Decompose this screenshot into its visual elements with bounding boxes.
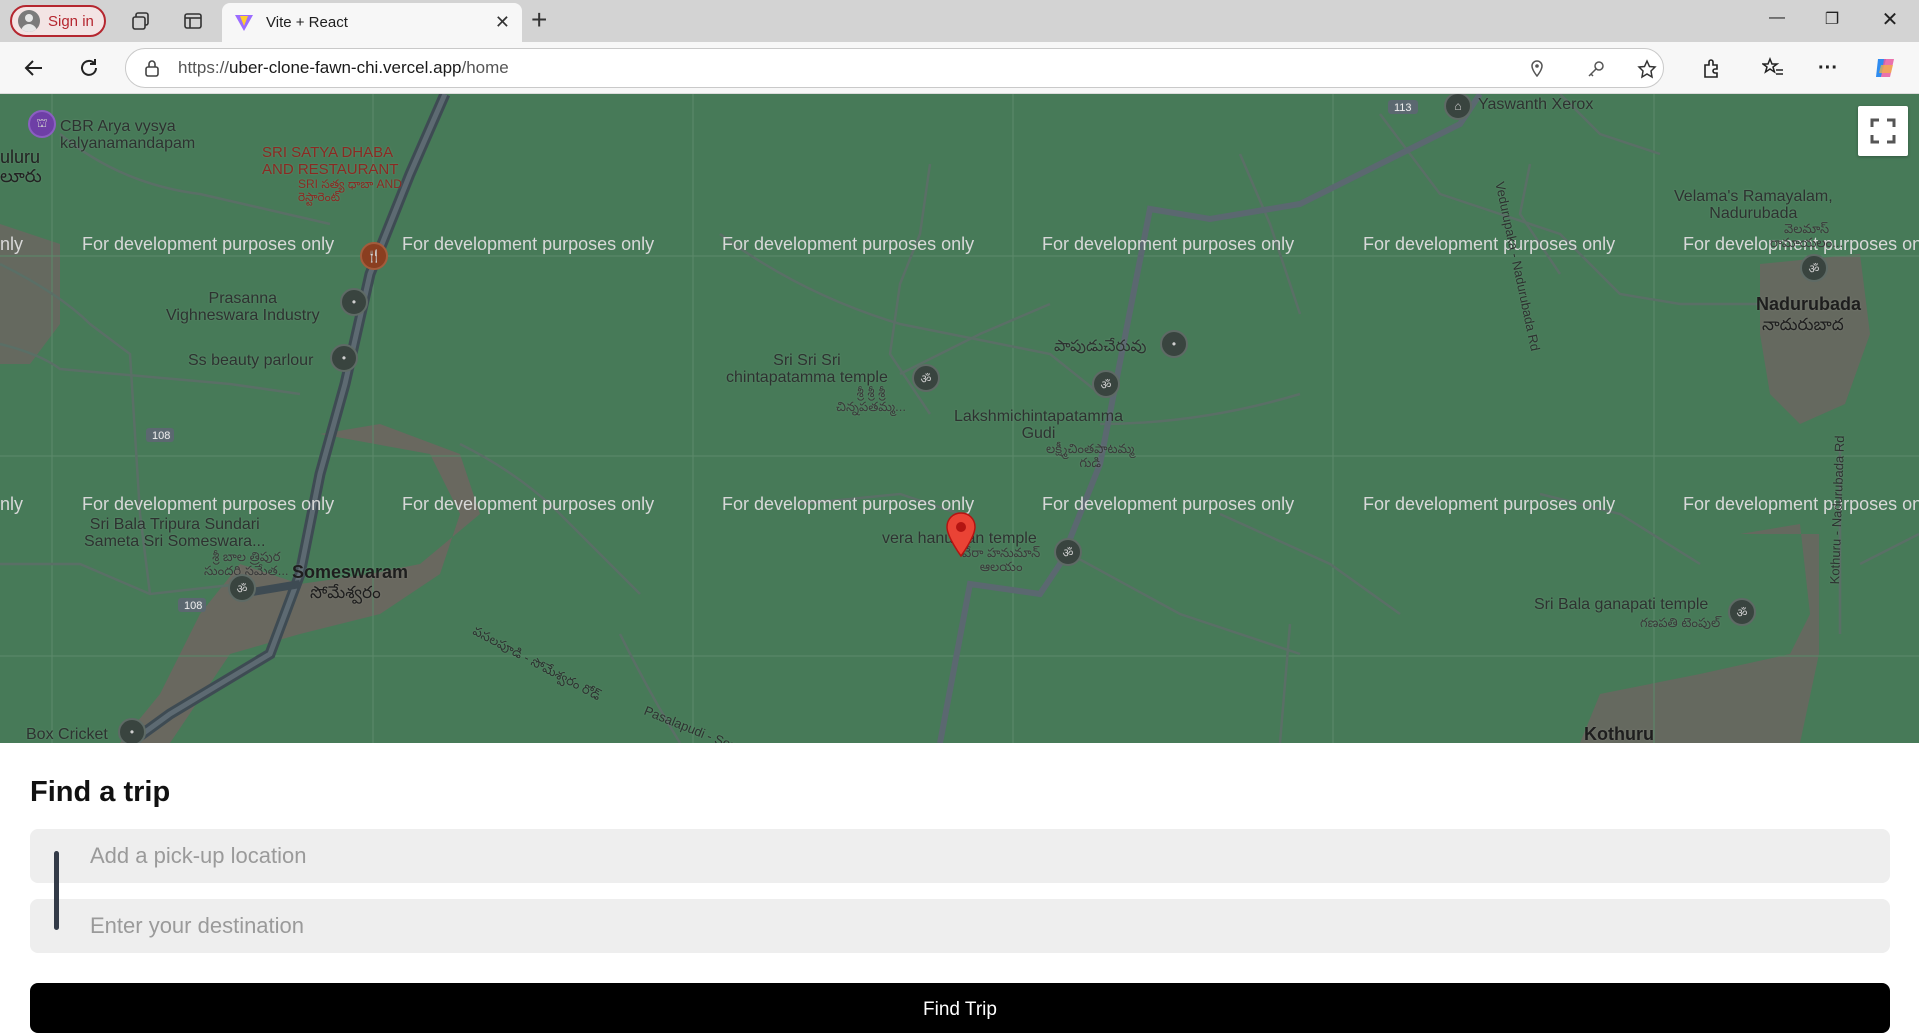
poi-label-prasanna[interactable]: Prasanna Vighneswara Industry	[166, 290, 320, 324]
road-shield-108: 108	[152, 430, 171, 442]
extensions-icon[interactable]	[1698, 54, 1726, 82]
dev-watermark: For development purposes only	[1683, 494, 1919, 514]
place-label-nadurubada-te: నాదురుబాద	[1762, 315, 1844, 334]
new-tab-icon[interactable]: +	[531, 6, 547, 34]
dev-watermark: For development purposes only	[1042, 494, 1295, 514]
url-text: https://uber-clone-fawn-chi.vercel.app/h…	[178, 58, 509, 77]
dev-watermark: For development purposes only	[722, 234, 975, 254]
place-label-someswaram-te: సోమేశ్వరం	[310, 583, 381, 602]
tab-actions-icon[interactable]	[181, 9, 205, 33]
poi-label-chintapatamma[interactable]: Sri Sri Sri chintapatamma temple	[726, 352, 888, 386]
close-window-icon[interactable]: ✕	[1878, 7, 1902, 32]
place-label-someswaram: Someswaram	[292, 562, 409, 582]
poi-label-satya-dhaba-te: SRI సత్య ధాబా AND రెస్టారెంట్	[298, 177, 402, 204]
more-menu-icon[interactable]: ···	[1814, 54, 1842, 82]
poi-label-chintapatamma-te: శ్రీ శ్రీ శ్రీ చిన్నపతమ్మ...	[836, 385, 906, 414]
dev-watermark: For development purposes only	[722, 494, 975, 514]
poi-label-satya-dhaba[interactable]: SRI SATYA DHABA AND RESTAURANT	[262, 144, 398, 178]
avatar-icon	[18, 10, 40, 32]
temple-icon[interactable]: ॐ	[912, 364, 940, 392]
location-marker-icon[interactable]	[945, 512, 977, 558]
poi-pin-icon[interactable]: •	[118, 718, 146, 743]
map-view[interactable]: 113 108 108 only For development purpose…	[0, 94, 1919, 743]
favorite-star-icon[interactable]	[1635, 57, 1659, 81]
poi-label-lakshmichintapatamma-te: లక్ష్మీచింతపాటమ్మ గుడి	[1046, 441, 1135, 470]
poi-label-velama[interactable]: Velama's Ramayalam, Nadurubada	[1674, 188, 1833, 222]
active-tab[interactable]: Vite + React ✕	[222, 3, 522, 42]
restore-icon[interactable]: ❐	[1820, 9, 1844, 29]
temple-icon[interactable]: ॐ	[1728, 598, 1756, 626]
place-label-kothuru: Kothuru	[1584, 724, 1654, 743]
profile-signin-button[interactable]: Sign in	[10, 5, 106, 37]
tab-close-icon[interactable]: ✕	[495, 12, 510, 33]
tab-title: Vite + React	[266, 14, 348, 31]
workspaces-icon[interactable]	[129, 9, 153, 33]
poi-label-ganapati-temple-te: గణపతి టెంపుల్	[1640, 615, 1721, 630]
poi-label-tripura-sundari[interactable]: Sri Bala Tripura Sundari Sameta Sri Some…	[84, 516, 265, 550]
fullscreen-toggle-icon[interactable]	[1858, 106, 1908, 156]
restaurant-icon[interactable]: 🍴	[360, 242, 388, 270]
poi-label-box-cricket[interactable]: Box Cricket	[26, 726, 108, 743]
browser-toolbar: https://uber-clone-fawn-chi.vercel.app/h…	[0, 42, 1919, 94]
route-connector-line	[54, 851, 59, 930]
temple-icon[interactable]: ॐ	[228, 574, 256, 602]
place-label-uluru: uluru లూరు	[0, 147, 42, 186]
dev-watermark: only	[0, 494, 24, 514]
signin-label: Sign in	[48, 12, 94, 30]
dev-watermark: For development purposes only	[82, 494, 335, 514]
poi-label-lakshmichintapatamma[interactable]: Lakshmichintapatamma Gudi	[954, 408, 1123, 442]
poi-label-yaswanth[interactable]: Yaswanth Xerox	[1478, 96, 1593, 113]
poi-pin-icon[interactable]: •	[1160, 330, 1188, 358]
dev-watermark: only	[0, 234, 24, 254]
temple-icon[interactable]: ॐ	[1800, 254, 1828, 282]
temple-icon[interactable]: ॐ	[1054, 538, 1082, 566]
location-icon[interactable]	[1525, 57, 1549, 81]
dev-watermark: For development purposes only	[1042, 234, 1295, 254]
temple-icon[interactable]: ॐ	[1092, 370, 1120, 398]
dev-watermark: For development purposes only	[82, 234, 335, 254]
find-trip-button[interactable]: Find Trip	[30, 983, 1890, 1033]
place-label-nadurubada: Nadurubada	[1756, 294, 1862, 314]
lock-icon[interactable]	[144, 59, 160, 77]
poi-pin-icon[interactable]: •	[340, 288, 368, 316]
poi-label-beauty-parlour[interactable]: Ss beauty parlour	[188, 352, 313, 369]
poi-label-cbr[interactable]: CBR Arya vysya kalyanamandapam	[60, 118, 195, 152]
road-shield-113: 113	[1394, 102, 1412, 114]
dev-watermark: For development purposes only	[1363, 234, 1616, 254]
copilot-icon[interactable]	[1871, 54, 1899, 82]
road-shield-108: 108	[184, 600, 203, 612]
address-bar[interactable]: https://uber-clone-fawn-chi.vercel.app/h…	[125, 48, 1664, 88]
browser-tab-bar: Sign in Vite + React ✕ + — ❐ ✕	[0, 0, 1919, 42]
page-title: Find a trip	[30, 776, 171, 808]
vite-logo-icon	[235, 14, 253, 31]
poi-pin-icon[interactable]: •	[330, 344, 358, 372]
poi-label-papudu[interactable]: పాపుడుచేరువు	[1054, 338, 1147, 355]
poi-label-ganapati-temple[interactable]: Sri Bala ganapati temple	[1534, 596, 1708, 613]
poi-label-velama-te: వెలమాస్ రామాయలం...	[1770, 221, 1844, 250]
pickup-input[interactable]	[30, 829, 1890, 883]
back-icon[interactable]	[20, 54, 48, 82]
dev-watermark: For development purposes only	[1363, 494, 1616, 514]
dev-watermark: For development purposes only	[402, 234, 655, 254]
destination-input[interactable]	[30, 899, 1890, 953]
password-key-icon[interactable]	[1584, 57, 1608, 81]
poi-pin-icon[interactable]: ⛫	[28, 110, 56, 138]
dev-watermark: For development purposes only	[402, 494, 655, 514]
minimize-icon[interactable]: —	[1765, 9, 1789, 27]
refresh-icon[interactable]	[75, 54, 103, 82]
favorites-icon[interactable]	[1759, 54, 1787, 82]
